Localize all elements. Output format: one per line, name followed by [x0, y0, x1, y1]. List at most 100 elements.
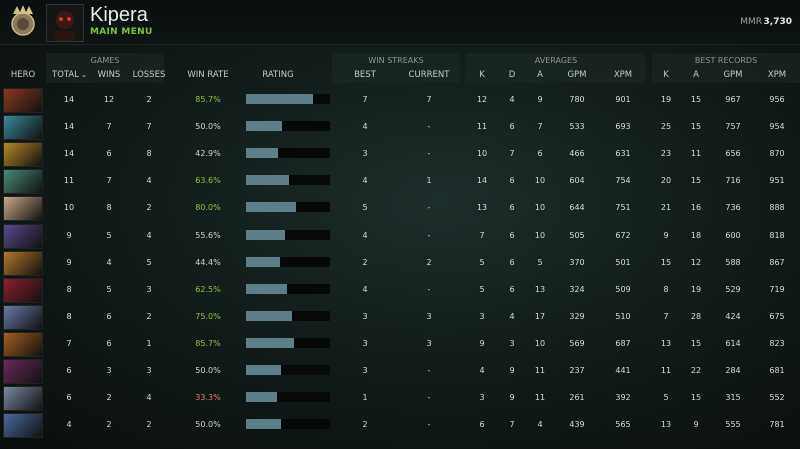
cell-avg-assists: 4: [537, 420, 543, 430]
hero-portrait[interactable]: [3, 115, 43, 141]
hero-portrait[interactable]: [3, 88, 43, 113]
column-header-best-streak[interactable]: BEST: [348, 70, 382, 80]
rating-bar-fill: [246, 229, 285, 240]
cell-avg-assists: 5: [537, 257, 543, 267]
hero-portrait[interactable]: [3, 223, 43, 249]
cell-best-xpm: 675: [769, 311, 785, 321]
cell-best-assists: 15: [690, 122, 702, 132]
column-header-hero[interactable]: HERO: [0, 70, 46, 80]
column-header-avg-gpm[interactable]: GPM: [562, 70, 592, 80]
cell-avg-deaths: 7: [509, 149, 515, 159]
hero-portrait[interactable]: [3, 413, 43, 439]
win-streaks-group-title: WIN STREAKS: [368, 56, 424, 65]
cell-best-streak: 4: [362, 122, 368, 132]
rating-bar-fill: [246, 256, 280, 267]
cell-current-streak: -: [427, 284, 431, 294]
cell-best-assists: 15: [690, 393, 702, 403]
cell-total-games: 7: [66, 338, 72, 348]
hero-portrait[interactable]: [3, 142, 43, 168]
cell-avg-gpm: 644: [569, 203, 585, 213]
avatar-image: [47, 5, 83, 41]
cell-total-games: 8: [66, 311, 72, 321]
table-row[interactable]: 9 5 4 55.6% 4 - 7 6 10 505 672 9 18 600 818: [0, 222, 800, 249]
cell-wins: 6: [106, 311, 112, 321]
cell-losses: 2: [146, 311, 152, 321]
rating-bar: [246, 121, 330, 132]
cell-total-games: 14: [63, 149, 75, 159]
cell-avg-deaths: 3: [509, 338, 515, 348]
table-row[interactable]: 10 8 2 80.0% 5 - 13 6 10 644 751 21 16 736 888: [0, 194, 800, 222]
column-header-avg-d[interactable]: D: [502, 70, 522, 80]
cell-avg-gpm: 370: [569, 257, 585, 267]
table-row[interactable]: 6 2 4 33.3% 1 - 3 9 11 261 392 5 15 315 552: [0, 384, 800, 412]
table-row[interactable]: 8 6 2 75.0% 3 3 3 4 17 329 510 7 28 424 675: [0, 303, 800, 330]
cell-avg-deaths: 6: [509, 176, 515, 186]
cell-wins: 3: [106, 366, 112, 375]
cell-best-xpm: 818: [769, 230, 785, 240]
hero-portrait[interactable]: [3, 277, 43, 303]
cell-best-assists: 18: [690, 230, 702, 240]
column-header-avg-k[interactable]: K: [472, 70, 492, 80]
hero-portrait[interactable]: [3, 169, 43, 195]
cell-best-kills: 13: [660, 338, 672, 348]
column-header-avg-xpm[interactable]: XPM: [608, 70, 638, 80]
cell-win-rate: 33.3%: [195, 393, 221, 403]
cell-win-rate: 75.0%: [195, 311, 221, 321]
column-header-best-xpm[interactable]: XPM: [762, 70, 792, 80]
column-header-best-a[interactable]: A: [686, 70, 706, 80]
column-header-best-k[interactable]: K: [656, 70, 676, 80]
table-row[interactable]: 8 5 3 62.5% 4 - 5 6 13 324 509 8 19 529 719: [0, 276, 800, 303]
cell-best-streak: 3: [362, 338, 368, 348]
hero-portrait[interactable]: [3, 331, 43, 357]
cell-best-streak: 1: [362, 393, 368, 403]
cell-avg-gpm: 261: [569, 393, 585, 403]
column-header-current-streak[interactable]: CURRENT: [404, 70, 454, 80]
cell-best-streak: 3: [362, 149, 368, 159]
table-row[interactable]: 14 6 8 42.9% 3 - 10 7 6 466 631 23 11 656 870: [0, 140, 800, 168]
table-row[interactable]: 6 3 3 50.0% 3 - 4 9 11 237 441 11 22 284 681: [0, 357, 800, 384]
hero-portrait[interactable]: [3, 304, 43, 330]
hero-portrait[interactable]: [3, 196, 43, 222]
column-header-rating[interactable]: RATING: [246, 70, 310, 80]
player-avatar[interactable]: [46, 4, 84, 42]
cell-total-games: 9: [66, 257, 72, 267]
column-header-losses[interactable]: LOSSES: [130, 70, 168, 80]
cell-avg-deaths: 6: [509, 284, 515, 294]
cell-wins: 7: [106, 122, 112, 132]
table-row[interactable]: 7 6 1 85.7% 3 3 9 3 10 569 687 13 15 614 823: [0, 330, 800, 357]
cell-avg-assists: 11: [534, 393, 546, 403]
rating-bar-fill: [246, 121, 283, 132]
column-header-wins[interactable]: WINS: [92, 70, 126, 80]
table-row[interactable]: 11 7 4 63.6% 4 1 14 6 10 604 754 20 15 716 951: [0, 167, 800, 195]
cell-best-streak: 4: [362, 284, 368, 294]
cell-losses: 5: [146, 257, 152, 267]
column-header-avg-a[interactable]: A: [530, 70, 550, 80]
column-header-total[interactable]: TOTAL ⌄: [52, 70, 87, 80]
cell-current-streak: 2: [426, 257, 432, 267]
table-row[interactable]: 9 4 5 44.4% 2 2 5 6 5 370 501 15 12 588 867: [0, 249, 800, 276]
cell-avg-deaths: 6: [509, 203, 515, 213]
hero-portrait[interactable]: [3, 386, 43, 412]
hero-portrait[interactable]: [3, 250, 43, 276]
cell-avg-assists: 11: [534, 366, 546, 375]
table-row[interactable]: 4 2 2 50.0% 2 - 6 7 4 439 565 13 9 555 781: [0, 411, 800, 439]
player-name: Kipera: [90, 4, 148, 26]
mmr-label: MMR: [740, 17, 762, 27]
cell-best-kills: 20: [660, 176, 672, 186]
column-header-best-gpm[interactable]: GPM: [718, 70, 748, 80]
cell-best-streak: 4: [362, 176, 368, 186]
cell-wins: 6: [106, 338, 112, 348]
cell-best-xpm: 552: [769, 393, 785, 403]
main-menu-link[interactable]: MAIN MENU: [90, 27, 153, 37]
column-header-win-rate[interactable]: WIN RATE: [176, 70, 240, 80]
cell-avg-xpm: 754: [615, 176, 631, 186]
rank-medal-icon: [11, 5, 35, 36]
cell-avg-kills: 6: [479, 420, 485, 430]
cell-avg-kills: 5: [479, 257, 485, 267]
cell-avg-xpm: 392: [615, 393, 631, 403]
table-row[interactable]: 14 12 2 85.7% 7 7 12 4 9 780 901 19 15 967 956: [0, 86, 800, 113]
hero-portrait[interactable]: [3, 359, 43, 384]
cell-total-games: 9: [66, 230, 72, 240]
table-row[interactable]: 14 7 7 50.0% 4 - 11 6 7 533 693 25 15 757 954: [0, 113, 800, 141]
cell-wins: 12: [103, 95, 115, 104]
